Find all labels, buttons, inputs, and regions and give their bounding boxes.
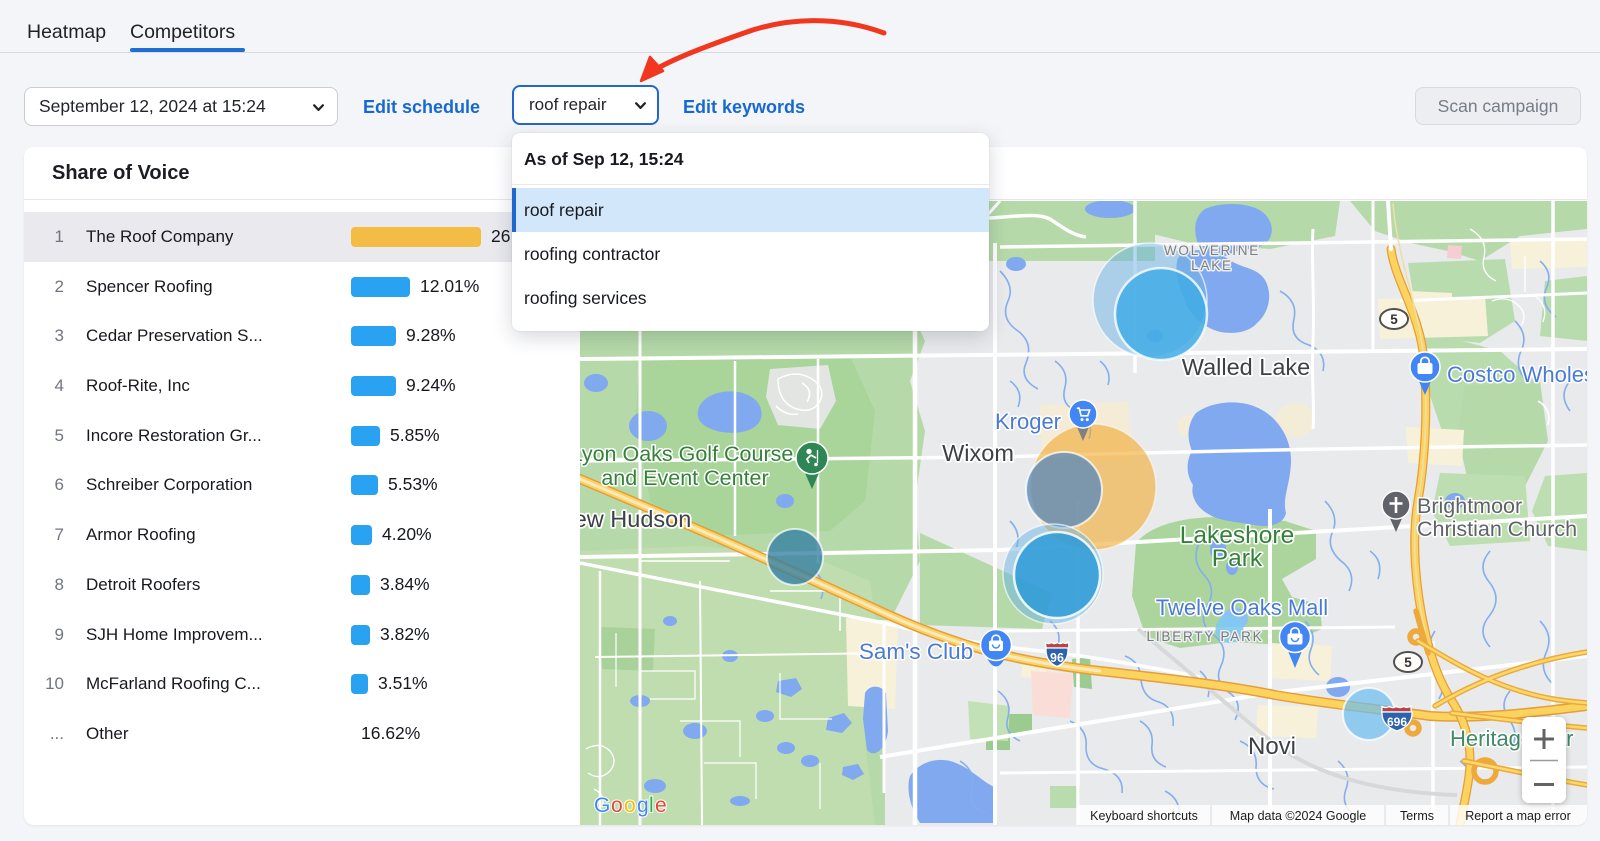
svg-text:o: o (611, 794, 623, 817)
svg-text:l: l (649, 794, 654, 817)
svg-text:Costco Wholesale: Costco Wholesale (1447, 362, 1587, 387)
svg-text:Map data ©2024 Google: Map data ©2024 Google (1230, 809, 1366, 823)
svg-text:and Event Center: and Event Center (601, 466, 768, 490)
svg-text:LAKE: LAKE (1191, 258, 1233, 273)
svg-text:Sam's Club: Sam's Club (859, 639, 973, 664)
svg-text:Terms: Terms (1400, 809, 1434, 823)
svg-text:Walled Lake: Walled Lake (1182, 354, 1310, 380)
svg-text:G: G (594, 794, 610, 817)
svg-text:96: 96 (1050, 651, 1064, 665)
svg-text:Park: Park (1212, 545, 1263, 572)
svg-text:LIBERTY PARK: LIBERTY PARK (1147, 629, 1264, 644)
svg-text:g: g (637, 794, 649, 817)
svg-text:Novi: Novi (1248, 733, 1296, 760)
svg-text:e: e (655, 794, 667, 817)
svg-text:Wixom: Wixom (942, 440, 1014, 466)
svg-text:Twelve Oaks Mall: Twelve Oaks Mall (1156, 595, 1328, 620)
svg-text:New Hudson: New Hudson (580, 506, 691, 532)
svg-text:Report a map error: Report a map error (1465, 809, 1571, 823)
svg-text:Lyon Oaks Golf Course: Lyon Oaks Golf Course (580, 442, 793, 466)
svg-text:Christian Church: Christian Church (1417, 517, 1577, 541)
svg-text:5: 5 (1390, 312, 1398, 327)
svg-text:Kroger: Kroger (995, 409, 1061, 434)
svg-text:696: 696 (1387, 715, 1407, 729)
svg-text:5: 5 (1404, 655, 1412, 670)
svg-text:Keyboard shortcuts: Keyboard shortcuts (1090, 809, 1198, 823)
svg-text:WOLVERINE: WOLVERINE (1164, 243, 1260, 258)
svg-text:o: o (624, 794, 636, 817)
svg-text:Brightmoor: Brightmoor (1417, 494, 1522, 518)
